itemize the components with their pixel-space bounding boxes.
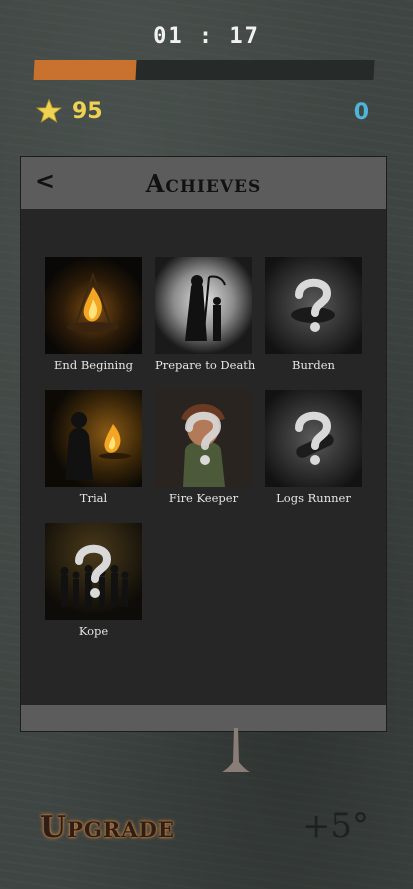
achievement-burden[interactable]: Burden	[265, 257, 362, 372]
stars-count: 95	[72, 98, 103, 124]
achievement-trial[interactable]: Trial	[45, 390, 142, 505]
achievement-label: Fire Keeper	[168, 491, 239, 505]
achievement-fire-keeper[interactable]: Fire Keeper	[155, 390, 252, 505]
panel-header: < Achieves	[21, 157, 386, 209]
silhouette-fire-image	[45, 390, 142, 487]
progress-fill	[33, 60, 137, 80]
achievement-label: Kope	[78, 624, 109, 638]
achievement-label: Logs Runner	[276, 491, 351, 505]
reaper-image	[155, 257, 252, 354]
achievement-end-begining[interactable]: End Begining	[45, 257, 142, 372]
campfire-image	[45, 257, 142, 354]
temperature-indicator: +5°	[301, 806, 369, 846]
question-mark-icon	[155, 390, 252, 487]
currency-count: 0	[353, 100, 369, 125]
achievements-panel: < Achieves End Begining Prepare to Death…	[21, 157, 386, 731]
panel-title: Achieves	[145, 169, 262, 198]
star-icon	[36, 98, 62, 123]
question-mark-icon	[265, 257, 362, 354]
achievement-logs-runner[interactable]: Logs Runner	[265, 390, 362, 505]
achievement-label: Trial	[79, 491, 108, 505]
achievements-grid: End Begining Prepare to Death Burden Tri…	[45, 257, 362, 638]
achievement-label: Burden	[292, 358, 335, 372]
question-mark-icon	[265, 390, 362, 487]
achievement-kope[interactable]: Kope	[45, 523, 142, 638]
timer: 01 : 17	[153, 24, 260, 49]
achievement-prepare-to-death[interactable]: Prepare to Death	[155, 257, 256, 372]
tree-trunk-icon	[222, 728, 250, 772]
achievement-label: Prepare to Death	[155, 358, 256, 372]
star-counter: 95	[36, 98, 103, 124]
progress-bar	[33, 60, 375, 80]
upgrade-button[interactable]: Upgrade	[40, 810, 175, 845]
achievement-label: End Begining	[54, 358, 133, 372]
panel-footer	[21, 705, 386, 731]
question-mark-icon	[45, 523, 142, 620]
